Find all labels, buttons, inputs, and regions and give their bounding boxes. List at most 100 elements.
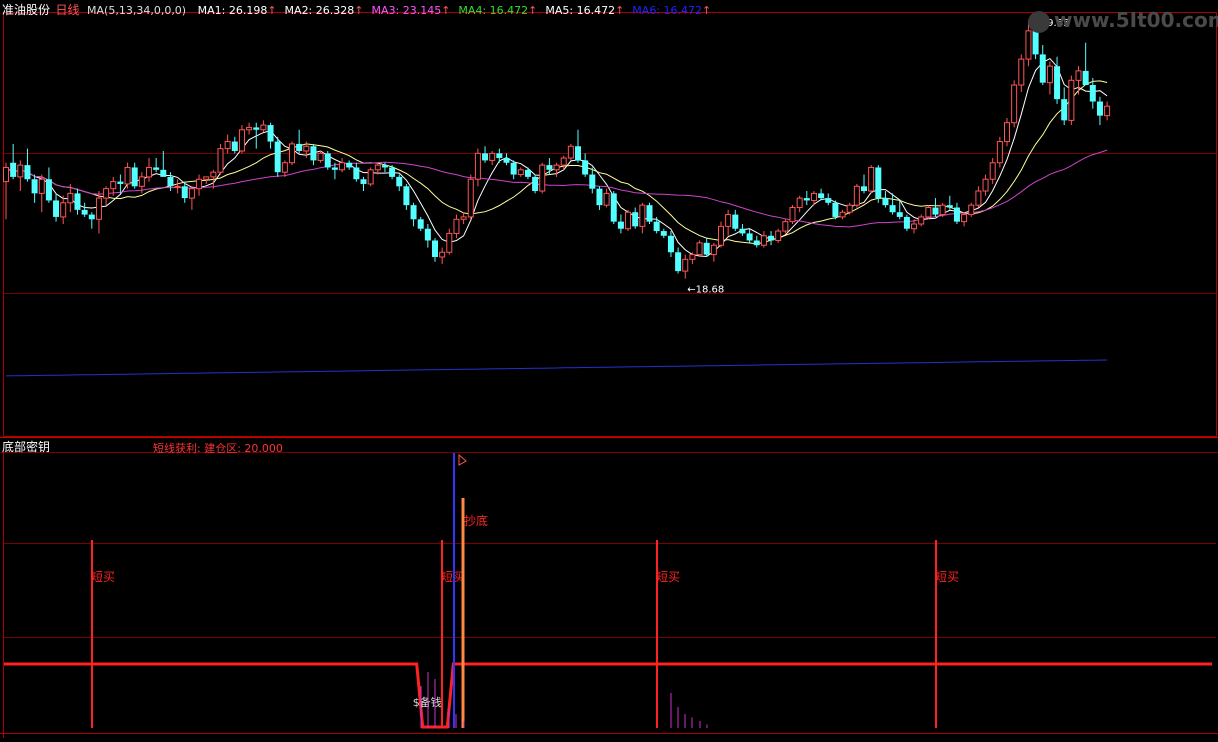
candle-body-down bbox=[24, 165, 31, 180]
indicator-subtitle: 短线获利: 建仓区: 20.000 bbox=[153, 442, 283, 455]
candle-body-down bbox=[646, 205, 653, 222]
candle-body-down bbox=[667, 235, 674, 253]
chart-header: 准油股份 日线 MA(5,13,34,0,0,0) MA1: 26.198↑ MA… bbox=[2, 1, 711, 18]
indicator-baseline bbox=[4, 662, 1212, 729]
candle-body-down bbox=[381, 165, 388, 168]
candle-body-up bbox=[1004, 122, 1010, 143]
watermark-logo-icon bbox=[1028, 10, 1050, 33]
candle-body-up bbox=[210, 171, 217, 178]
candle-body-up bbox=[138, 176, 145, 187]
candle-body-up bbox=[925, 207, 932, 218]
candle-body-up bbox=[174, 185, 181, 188]
candle-body-up bbox=[560, 157, 567, 166]
candle-body-up bbox=[868, 166, 875, 192]
candle-body-down bbox=[403, 186, 410, 206]
up-arrow-icon: ↑ bbox=[528, 4, 538, 17]
candle-body-up bbox=[1025, 30, 1032, 60]
candle-body-up bbox=[996, 141, 1003, 164]
candle-body-up bbox=[246, 126, 253, 131]
ma-item-6: MA6: 16.472↑ bbox=[632, 4, 712, 17]
stock-chart[interactable]: ←29.65←18.68短买短买短买短买抄底备钱$ bbox=[0, 0, 1218, 738]
candle-body-down bbox=[953, 207, 960, 222]
ma-long-term-line bbox=[5, 359, 1108, 377]
candle-body-up bbox=[810, 192, 817, 201]
candle-body-up bbox=[146, 166, 152, 178]
candle-body-down bbox=[832, 202, 839, 217]
candle-body-down bbox=[10, 162, 17, 177]
candle-body-down bbox=[1061, 99, 1068, 121]
candle-body-down bbox=[596, 188, 603, 206]
candle-body-up bbox=[625, 211, 632, 230]
candle-body-up bbox=[260, 124, 267, 131]
candle-body-down bbox=[424, 228, 431, 241]
short-buy-label: 短买 bbox=[91, 570, 115, 584]
candle-body-up bbox=[317, 152, 324, 161]
candle-body-up bbox=[775, 230, 782, 241]
candle-body-up bbox=[918, 216, 925, 225]
candle-body-down bbox=[1039, 54, 1046, 83]
candle-body-down bbox=[153, 167, 160, 170]
candle-body-up bbox=[489, 152, 496, 161]
candle-body-down bbox=[575, 146, 581, 161]
candle-body-up bbox=[689, 254, 696, 260]
ma5-line bbox=[5, 57, 1108, 258]
candle-body-down bbox=[675, 252, 682, 272]
ma34-line bbox=[5, 149, 1108, 228]
candle-body-down bbox=[181, 186, 188, 199]
candle-body-down bbox=[353, 167, 360, 180]
candle-body-up bbox=[567, 145, 574, 159]
candle-body-down bbox=[582, 160, 589, 175]
candle-body-up bbox=[453, 218, 460, 234]
period-label[interactable]: 日线 bbox=[56, 3, 80, 17]
candle-body-down bbox=[410, 205, 417, 220]
candle-body-up bbox=[846, 204, 853, 213]
candle-body-down bbox=[610, 193, 617, 222]
candle-body-down bbox=[167, 176, 174, 187]
watermark: www.5It00.com bbox=[1028, 8, 1218, 33]
prepare-money-label: 备钱 bbox=[420, 695, 442, 709]
candle-body-up bbox=[1068, 79, 1075, 121]
up-arrow-icon: ↑ bbox=[441, 4, 451, 17]
candle-body-up bbox=[982, 178, 989, 192]
candle-body-down bbox=[825, 198, 832, 203]
candle-body-up bbox=[989, 162, 996, 180]
candle-body-down bbox=[510, 162, 517, 175]
candle-body-down bbox=[53, 200, 60, 217]
candle-body-up bbox=[110, 181, 117, 190]
candle-body-down bbox=[1054, 66, 1061, 100]
candle-body-down bbox=[896, 212, 903, 217]
candle-body-up bbox=[517, 169, 524, 176]
candle-body-down bbox=[160, 169, 167, 177]
candle-body-up bbox=[38, 178, 45, 194]
candle-body-down bbox=[503, 158, 510, 163]
up-arrow-icon: ↑ bbox=[267, 4, 277, 17]
candle-body-up bbox=[67, 192, 74, 204]
up-arrow-icon: ↑ bbox=[354, 4, 364, 17]
candle-body-down bbox=[739, 228, 746, 234]
candle-body-up bbox=[939, 204, 946, 216]
candle-body-down bbox=[253, 127, 260, 130]
candle-body-up bbox=[539, 164, 546, 192]
candle-body-up bbox=[124, 166, 131, 185]
candle-body-up bbox=[60, 202, 67, 218]
candle-body-down bbox=[396, 176, 403, 187]
candle-body-down bbox=[432, 240, 438, 257]
candle-body-down bbox=[346, 162, 353, 168]
ma-item-1: MA1: 26.198↑ bbox=[197, 4, 277, 17]
candle-body-up bbox=[238, 129, 245, 152]
candle-body-down bbox=[231, 141, 238, 151]
candle-body-down bbox=[803, 198, 810, 201]
candle-body-down bbox=[360, 179, 367, 184]
candle-body-down bbox=[732, 214, 739, 229]
prepare-marker: $ bbox=[413, 696, 420, 709]
candle-body-down bbox=[532, 176, 539, 192]
candle-body-up bbox=[467, 178, 474, 218]
candle-body-down bbox=[117, 181, 124, 184]
candle-body-up bbox=[911, 223, 918, 230]
candle-body-down bbox=[617, 221, 624, 229]
candle-body-up bbox=[553, 164, 560, 171]
candle-body-up bbox=[281, 162, 288, 173]
candle-body-down bbox=[524, 169, 531, 177]
candle-body-down bbox=[818, 193, 825, 199]
candle-body-up bbox=[367, 169, 374, 185]
